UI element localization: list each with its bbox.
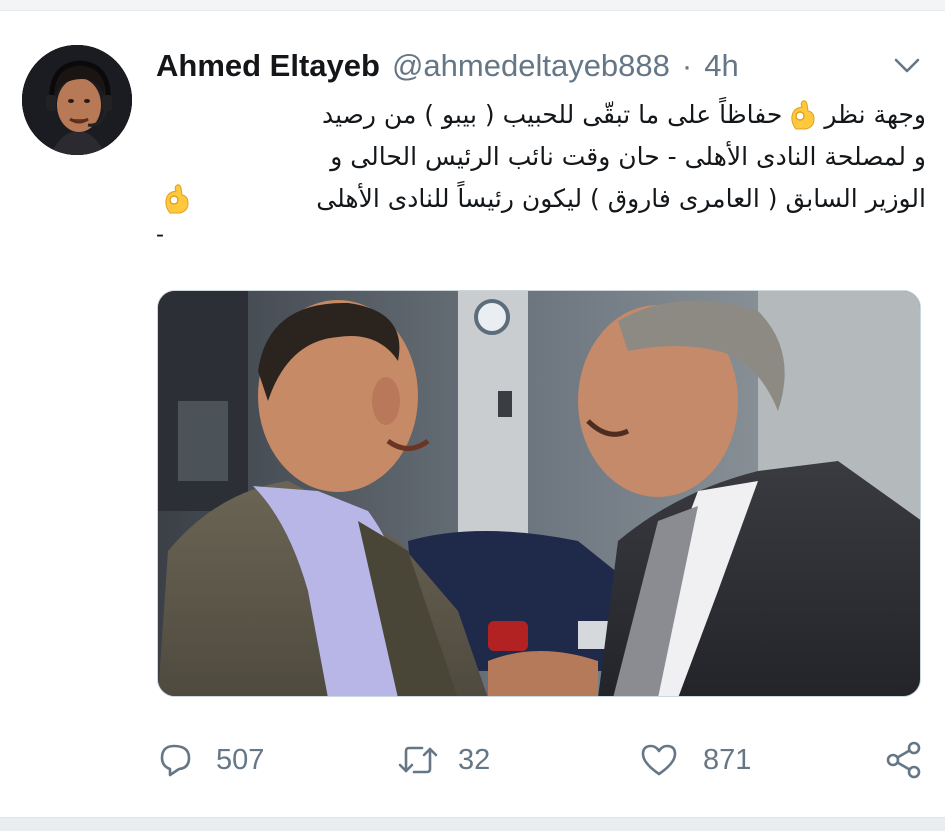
retweet-count: 32 — [458, 743, 491, 776]
tweet-text-segment: و لمصلحة النادى الأهلى - حان وقت نائب ال… — [330, 142, 926, 171]
separator-dot: · — [681, 48, 693, 83]
avatar[interactable] — [22, 45, 132, 155]
tweet-time[interactable]: 4h — [704, 48, 738, 84]
tweet-line-2: و لمصلحة النادى الأهلى - حان وقت نائب ال… — [156, 136, 926, 178]
bottom-divider — [0, 817, 945, 831]
tweet-line-4: - — [156, 221, 164, 248]
user-handle[interactable]: @ahmedeltayeb888 — [392, 48, 670, 84]
reply-count: 507 — [216, 743, 265, 776]
tweet-text-segment: وجهة نظر — [824, 100, 926, 129]
reply-icon — [160, 744, 191, 777]
heart-icon — [641, 744, 677, 776]
tweet-page: Ahmed Eltayeb @ahmedeltayeb888 · 4h وجهة… — [0, 0, 945, 831]
tweet-line-3: الوزير السابق ( العامرى فاروق ) ليكون رئ… — [156, 178, 926, 220]
tweet-text: وجهة نظر حفاظاً على ما تبقّى للحبيب ( بي… — [156, 94, 926, 250]
photo-two-men — [158, 291, 920, 696]
share-button[interactable] — [884, 735, 924, 785]
like-button[interactable]: 871 — [639, 735, 751, 785]
reply-button[interactable]: 507 — [158, 735, 264, 785]
tweet-text-segment: الوزير السابق ( العامرى فاروق ) ليكون رئ… — [316, 184, 926, 213]
display-name[interactable]: Ahmed Eltayeb — [156, 48, 380, 84]
retweet-icon — [398, 746, 438, 774]
share-icon — [886, 741, 921, 779]
avatar-image — [22, 45, 132, 155]
tweet-media-photo[interactable] — [157, 290, 921, 697]
chevron-down-icon[interactable] — [892, 54, 922, 78]
tweet-header: Ahmed Eltayeb @ahmedeltayeb888 · 4h — [156, 44, 739, 88]
ok-hand-emoji-icon — [165, 184, 189, 214]
tweet-actions: 507 32 871 — [156, 735, 926, 785]
ok-hand-emoji-icon — [791, 100, 815, 130]
tweet-text-segment: حفاظاً على ما تبقّى للحبيب ( بيبو ) من ر… — [322, 100, 783, 129]
top-divider — [0, 0, 945, 11]
tweet-line-1: وجهة نظر حفاظاً على ما تبقّى للحبيب ( بي… — [156, 94, 926, 136]
retweet-button[interactable]: 32 — [396, 735, 490, 785]
like-count: 871 — [703, 743, 752, 776]
